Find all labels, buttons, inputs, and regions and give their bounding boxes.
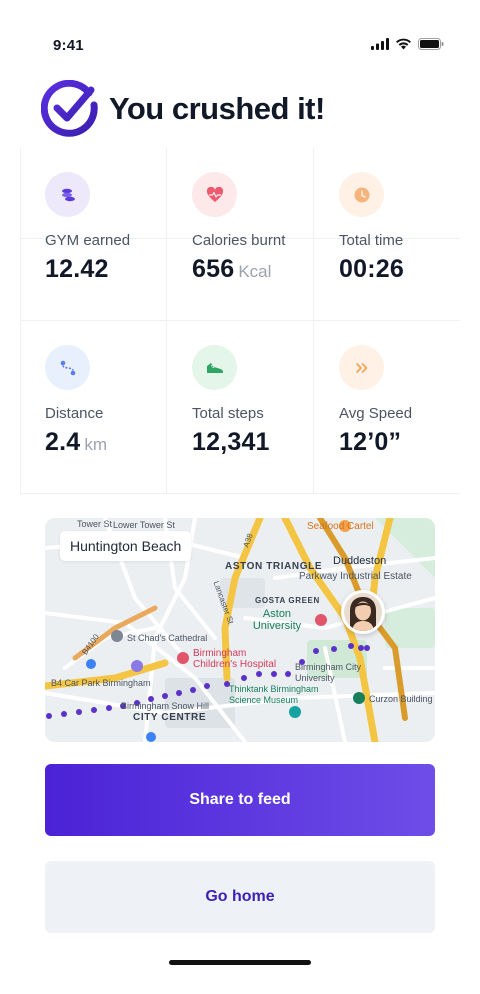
stat-number: 2.4	[45, 428, 81, 456]
stat-gym-earned: GYM earned 12.42	[20, 148, 167, 320]
stats-grid: GYM earned 12.42 Calories burnt 656 Kcal …	[20, 148, 460, 494]
home-indicator[interactable]	[169, 960, 311, 965]
go-home-button[interactable]: Go home	[45, 861, 435, 933]
stat-label: Total time	[339, 232, 404, 249]
grid-divider	[20, 493, 460, 494]
map-label: Birmingham Children's Hospital	[193, 648, 277, 670]
clock-icon	[339, 172, 384, 217]
avatar-image-icon	[344, 593, 382, 631]
stat-value: 656 Kcal	[192, 255, 271, 284]
map-label: B4 Car Park Birmingham	[51, 678, 151, 688]
route-icon	[45, 345, 90, 390]
map-label: Tower St	[77, 519, 113, 529]
status-icons	[371, 38, 444, 50]
stat-label: Avg Speed	[339, 405, 413, 422]
map-label: Duddeston	[333, 555, 387, 567]
status-bar: 9:41	[0, 0, 480, 70]
stat-value: 12.42	[45, 255, 109, 284]
stat-value: 2.4 km	[45, 428, 107, 457]
battery-icon	[418, 38, 444, 50]
stat-label: GYM earned	[45, 232, 131, 249]
map-label: Lower Tower St	[113, 520, 175, 530]
user-avatar[interactable]	[341, 590, 385, 634]
status-time: 9:41	[53, 37, 84, 54]
map-label: GOSTA GREEN	[255, 596, 320, 605]
heart-pulse-icon	[192, 172, 237, 217]
map-label: Curzon Building	[369, 694, 433, 704]
stat-value: 12’0”	[339, 428, 401, 457]
stat-number: 12,341	[192, 428, 270, 456]
fast-forward-icon	[339, 345, 384, 390]
stat-total-steps: Total steps 12,341	[167, 321, 314, 493]
stat-label: Total steps	[192, 405, 264, 422]
sneaker-icon	[192, 345, 237, 390]
wifi-icon	[396, 38, 411, 50]
map-label: CITY CENTRE	[133, 712, 207, 723]
route-map[interactable]: Tower St Lower Tower St Seafood Cartel A…	[45, 518, 435, 742]
stat-total-time: Total time 00:26	[314, 148, 461, 320]
map-label: Parkway Industrial Estate	[299, 571, 412, 582]
share-to-feed-button[interactable]: Share to feed	[45, 764, 435, 836]
stat-unit: km	[84, 435, 108, 454]
map-label: Thinktank Birmingham Science Museum	[229, 684, 319, 705]
map-label: Aston University	[252, 608, 302, 632]
stat-number: 00:26	[339, 255, 404, 283]
stat-number: 656	[192, 255, 235, 283]
header: You crushed it!	[41, 80, 461, 138]
stat-number: 12.42	[45, 255, 109, 283]
map-location-label: Huntington Beach	[60, 531, 192, 561]
map-label: St Chad's Cathedral	[127, 633, 208, 643]
signal-icon	[371, 38, 389, 50]
coins-icon	[45, 172, 90, 217]
stat-value: 12,341	[192, 428, 270, 457]
stat-calories: Calories burnt 656 Kcal	[167, 148, 314, 320]
stat-number: 12’0”	[339, 428, 402, 456]
stat-label: Distance	[45, 405, 104, 422]
map-label: Birmingham Snow Hill	[121, 701, 210, 711]
map-label: Birmingham City University	[295, 662, 362, 683]
stat-value: 00:26	[339, 255, 404, 284]
stat-avg-speed: Avg Speed 12’0”	[314, 321, 461, 493]
page-title: You crushed it!	[109, 91, 325, 126]
stat-distance: Distance 2.4 km	[20, 321, 167, 493]
checkmark-logo-icon	[41, 80, 98, 137]
stat-label: Calories burnt	[192, 232, 286, 249]
map-label: Seafood Cartel	[307, 521, 374, 532]
stat-unit: Kcal	[238, 262, 272, 281]
